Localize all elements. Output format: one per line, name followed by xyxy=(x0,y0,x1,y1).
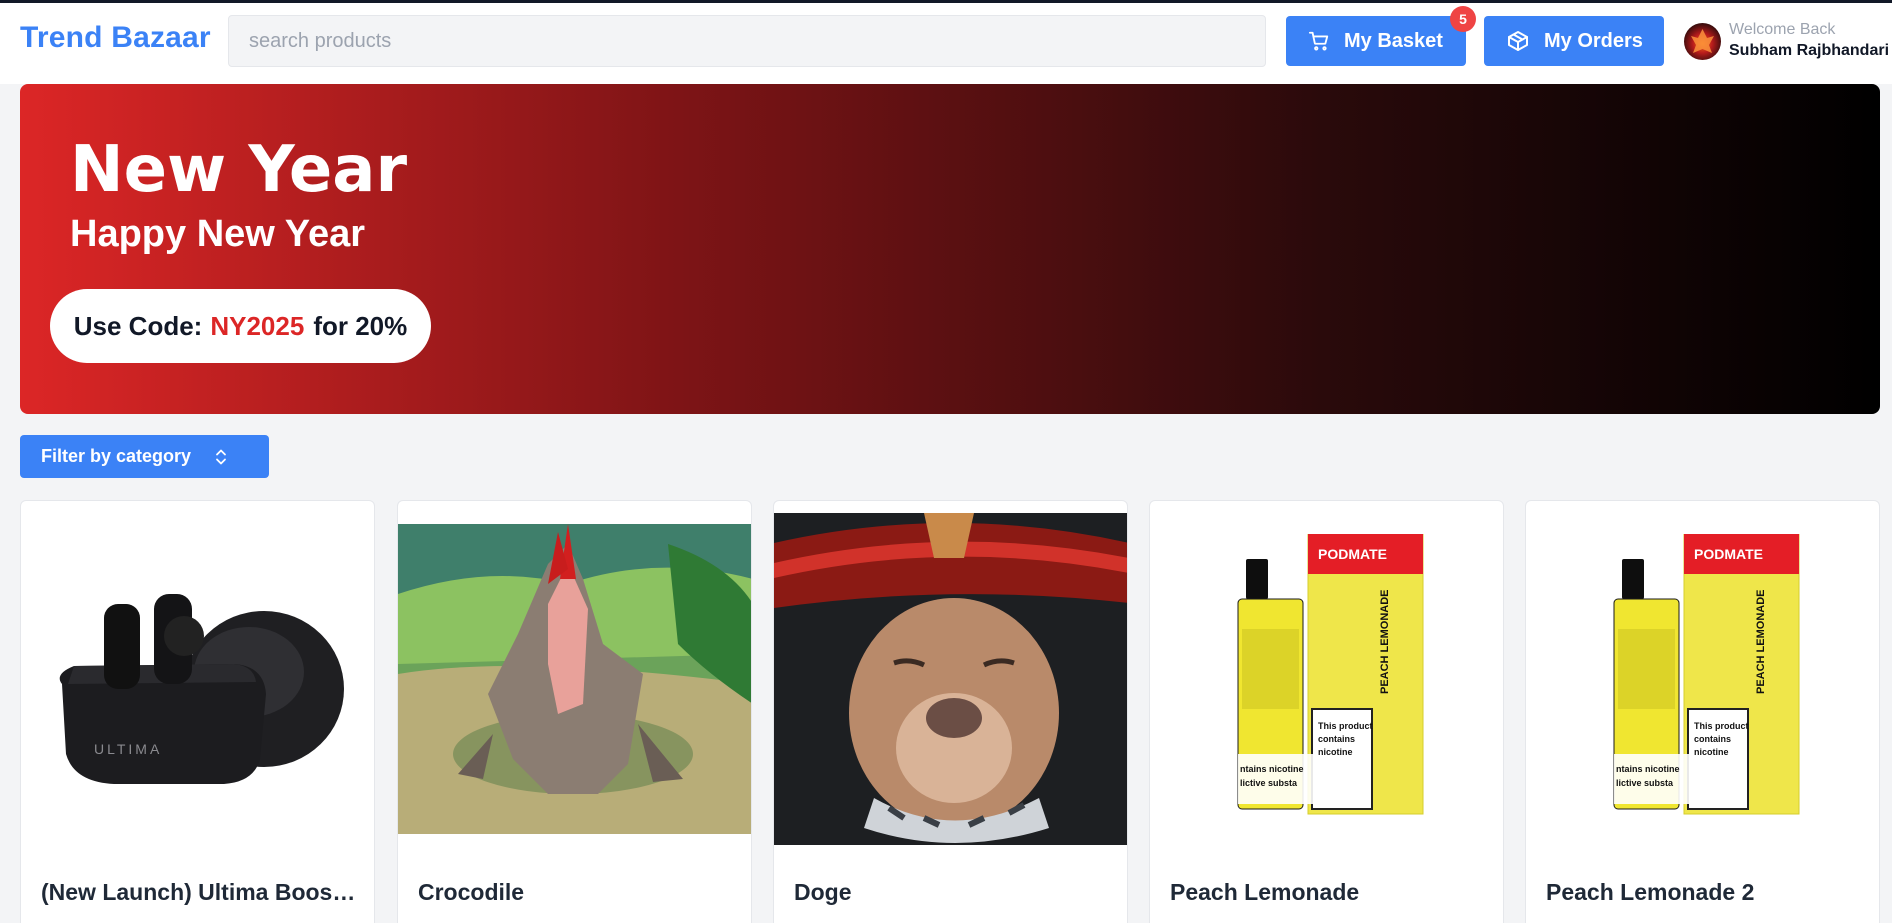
product-card[interactable]: ULTIMA (New Launch) Ultima Boost Pods xyxy=(20,500,375,923)
promo-code-pill: Use Code: NY2025 for 20% xyxy=(50,289,431,363)
package-icon xyxy=(1508,31,1528,51)
svg-text:lictive substa: lictive substa xyxy=(1240,778,1298,788)
svg-text:contains: contains xyxy=(1318,734,1355,744)
filter-by-category-button[interactable]: Filter by category xyxy=(20,435,269,478)
chevron-up-down-icon xyxy=(216,449,226,464)
svg-text:ntains nicotine: ntains nicotine xyxy=(1240,764,1304,774)
e-liquid-bottle-box-image: PODMATE This product contains nicotine P… xyxy=(1237,533,1423,814)
product-card[interactable]: Crocodile xyxy=(397,500,752,923)
svg-text:lictive substa: lictive substa xyxy=(1616,778,1674,788)
promo-suffix: for 20% xyxy=(313,310,408,341)
promo-prefix: Use Code: xyxy=(73,310,203,341)
e-liquid-bottle-box-image: PODMATE This product contains nicotine P… xyxy=(1613,533,1799,814)
product-card[interactable]: Doge xyxy=(773,500,1128,923)
search-input[interactable] xyxy=(228,15,1266,67)
dog-with-hat-image xyxy=(774,512,1127,845)
product-card[interactable]: PODMATE This product contains nicotine P… xyxy=(1149,500,1504,923)
cart-icon xyxy=(1308,31,1329,51)
product-title[interactable]: Crocodile xyxy=(418,879,738,906)
top-nav-bar: Trend Bazaar My Basket 5 My Orders Welco… xyxy=(0,0,1892,84)
my-orders-label: My Orders xyxy=(1544,29,1643,52)
my-basket-label: My Basket xyxy=(1344,29,1443,52)
svg-text:PEACH LEMONADE: PEACH LEMONADE xyxy=(1755,589,1767,694)
banner-title: New Year xyxy=(70,133,407,207)
svg-text:nicotine: nicotine xyxy=(1694,747,1729,757)
avatar-emblem-icon xyxy=(1691,29,1714,53)
promo-banner: New Year Happy New Year Use Code: NY2025… xyxy=(20,84,1880,414)
product-image[interactable] xyxy=(774,501,1127,856)
site-logo[interactable]: Trend Bazaar xyxy=(20,21,211,55)
svg-text:ntains nicotine: ntains nicotine xyxy=(1616,764,1680,774)
user-avatar[interactable] xyxy=(1684,23,1721,60)
product-title[interactable]: (New Launch) Ultima Boost Pods xyxy=(41,879,361,906)
product-title[interactable]: Peach Lemonade xyxy=(1170,879,1490,906)
welcome-text: Welcome Back xyxy=(1729,21,1836,38)
my-basket-button[interactable]: My Basket xyxy=(1286,16,1466,66)
product-image[interactable] xyxy=(398,501,751,856)
product-image[interactable]: ULTIMA xyxy=(21,501,374,856)
earbuds-case-image: ULTIMA xyxy=(59,593,344,784)
svg-text:ULTIMA: ULTIMA xyxy=(94,741,162,757)
svg-text:This product: This product xyxy=(1318,721,1373,731)
promo-code: NY2025 xyxy=(210,310,305,341)
product-image[interactable]: PODMATE This product contains nicotine P… xyxy=(1150,501,1503,856)
user-name[interactable]: Subham Rajbhandari xyxy=(1729,42,1889,60)
svg-text:PODMATE: PODMATE xyxy=(1694,546,1763,562)
product-image[interactable]: PODMATE This product contains nicotine P… xyxy=(1526,501,1879,856)
svg-text:nicotine: nicotine xyxy=(1318,747,1353,757)
crocodile-creature-image xyxy=(398,523,751,834)
svg-text:PODMATE: PODMATE xyxy=(1318,546,1387,562)
svg-text:PEACH LEMONADE: PEACH LEMONADE xyxy=(1379,589,1391,694)
svg-text:This product: This product xyxy=(1694,721,1749,731)
product-title[interactable]: Peach Lemonade 2 xyxy=(1546,879,1866,906)
my-orders-button[interactable]: My Orders xyxy=(1484,16,1664,66)
svg-text:contains: contains xyxy=(1694,734,1731,744)
banner-subtitle: Happy New Year xyxy=(70,213,366,255)
filter-label: Filter by category xyxy=(41,446,192,466)
basket-count-badge: 5 xyxy=(1450,6,1476,32)
product-card[interactable]: PODMATE This product contains nicotine P… xyxy=(1525,500,1880,923)
product-title[interactable]: Doge xyxy=(794,879,1114,906)
